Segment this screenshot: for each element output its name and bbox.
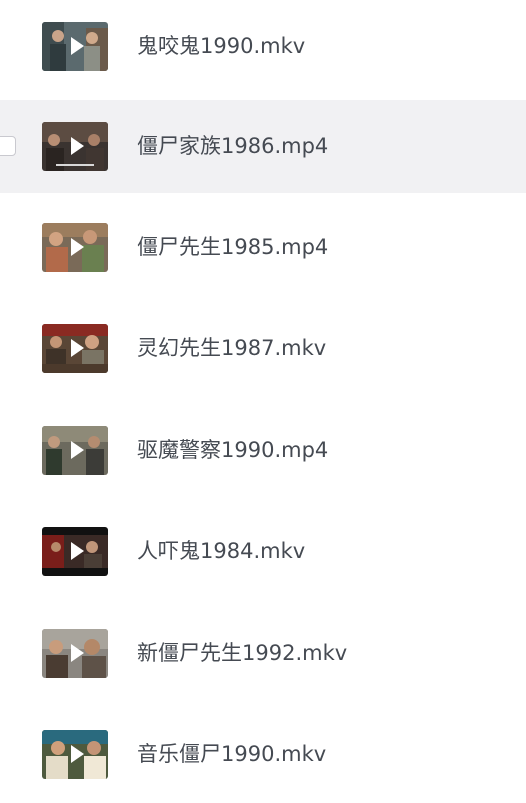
file-name[interactable]: 驱魔警察1990.mp4: [137, 435, 328, 465]
video-thumbnail-icon[interactable]: [42, 527, 108, 576]
file-list: 鬼咬鬼1990.mkv 僵尸家族1986.mp4 僵尸先生1985.mp4 灵幻…: [0, 0, 526, 803]
file-row[interactable]: 音乐僵尸1990.mkv: [0, 708, 526, 801]
file-row[interactable]: 僵尸先生1985.mp4: [0, 201, 526, 294]
video-thumbnail-icon[interactable]: [42, 426, 108, 475]
file-name[interactable]: 新僵尸先生1992.mkv: [137, 638, 347, 668]
file-name[interactable]: 灵幻先生1987.mkv: [137, 333, 326, 363]
file-row[interactable]: 驱魔警察1990.mp4: [0, 404, 526, 497]
file-name[interactable]: 鬼咬鬼1990.mkv: [137, 31, 305, 61]
video-thumbnail-icon[interactable]: [42, 122, 108, 171]
file-row[interactable]: 人吓鬼1984.mkv: [0, 505, 526, 598]
video-thumbnail-icon[interactable]: [42, 629, 108, 678]
video-thumbnail-icon[interactable]: [42, 223, 108, 272]
file-name[interactable]: 人吓鬼1984.mkv: [137, 536, 305, 566]
video-thumbnail-icon[interactable]: [42, 22, 108, 71]
file-row[interactable]: 僵尸家族1986.mp4: [0, 100, 526, 193]
row-checkbox[interactable]: [0, 136, 16, 156]
file-row[interactable]: 鬼咬鬼1990.mkv: [0, 0, 526, 93]
file-name[interactable]: 僵尸先生1985.mp4: [137, 232, 328, 262]
file-row[interactable]: 灵幻先生1987.mkv: [0, 302, 526, 395]
file-name[interactable]: 音乐僵尸1990.mkv: [137, 739, 326, 769]
video-thumbnail-icon[interactable]: [42, 730, 108, 779]
file-row[interactable]: 新僵尸先生1992.mkv: [0, 607, 526, 700]
file-name[interactable]: 僵尸家族1986.mp4: [137, 131, 328, 161]
video-thumbnail-icon[interactable]: [42, 324, 108, 373]
